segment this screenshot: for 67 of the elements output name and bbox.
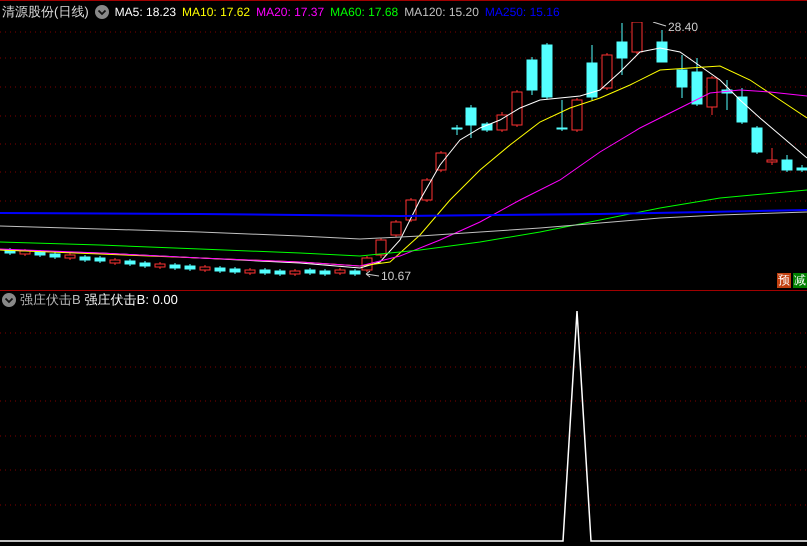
candlestick: [230, 266, 240, 274]
candlestick: [200, 264, 210, 272]
forecast-badge[interactable]: 减: [793, 273, 807, 288]
candlestick: [722, 80, 732, 110]
candlestick: [752, 126, 762, 154]
candlestick: [80, 254, 90, 262]
indicator-value: 强庄伏击B: 0.00: [84, 291, 178, 309]
candlestick: [260, 268, 270, 276]
stock-title: 清源股份(日线): [2, 2, 89, 20]
candlestick: [586, 44, 598, 100]
candlestick: [34, 250, 46, 258]
candlestick: [512, 90, 522, 128]
candlestick: [452, 124, 462, 136]
candlestick: [542, 42, 552, 100]
candlestick: [422, 178, 432, 202]
candlestick: [556, 100, 568, 132]
high-price-label: 28.40: [668, 22, 698, 34]
candlestick: [64, 252, 76, 260]
indicator-value: MA250: 15.16: [484, 4, 560, 18]
candlestick: [94, 256, 106, 264]
candlestick: [466, 104, 476, 138]
candlestick: [796, 164, 807, 172]
candlestick: [110, 258, 120, 266]
candlestick: [766, 148, 778, 166]
candlestick: [572, 98, 582, 132]
indicator-value: MA60: 17.68: [330, 4, 398, 18]
leader-line: [366, 270, 380, 278]
candlestick: [290, 268, 300, 276]
candlestick: [4, 248, 16, 256]
low-price-label: 10.67: [381, 269, 412, 283]
leader-line: [652, 22, 666, 26]
dropdown-icon[interactable]: [2, 293, 16, 307]
candlestick: [482, 122, 492, 132]
candlestick: [124, 258, 136, 266]
candlestick: [214, 266, 226, 274]
forecast-badge[interactable]: 预: [777, 273, 791, 288]
candlestick: [170, 262, 180, 270]
dropdown-icon[interactable]: [94, 4, 109, 18]
candlestick: [706, 76, 718, 116]
candlestick: [692, 58, 702, 106]
candlestick: [140, 260, 150, 268]
candlestick: [184, 264, 196, 272]
candlestick: [244, 268, 256, 276]
candlestick: [436, 150, 446, 172]
candlestick: [154, 262, 166, 270]
candlestick: [274, 268, 286, 276]
indicator-value: MA20: 17.37: [256, 4, 324, 18]
candlestick: [390, 220, 402, 238]
candlestick: [656, 30, 668, 62]
candlestick: [632, 22, 642, 54]
candlestick: [602, 52, 612, 90]
candlestick: [736, 88, 748, 124]
candlestick: [616, 22, 628, 76]
candlestick: [376, 238, 386, 258]
candlestick: [526, 56, 538, 96]
candlestick: [496, 112, 508, 132]
indicator-name: 强庄伏击B: [20, 291, 81, 309]
candlestick: [320, 268, 330, 276]
candlestick: [50, 252, 60, 260]
candlestick: [20, 248, 30, 256]
candlestick: [676, 54, 688, 98]
indicator-value: MA5: 18.23: [114, 4, 176, 18]
candlestick: [304, 268, 316, 276]
indicator-value: MA10: 17.62: [182, 4, 250, 18]
candlestick: [334, 268, 346, 276]
indicator-value: MA120: 15.20: [404, 4, 479, 18]
candlestick: [782, 154, 792, 172]
